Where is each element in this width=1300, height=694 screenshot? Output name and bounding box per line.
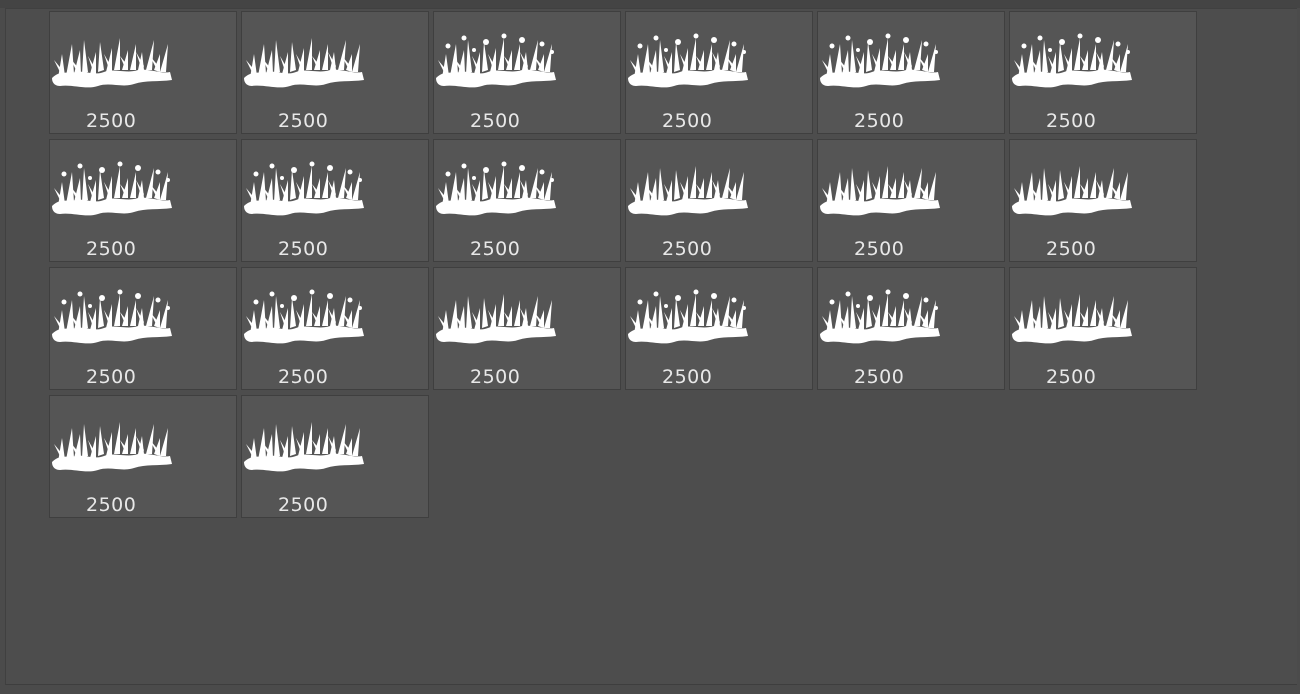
brush-size-label: 2500 (470, 366, 521, 388)
grass-brush-icon (628, 166, 748, 216)
grass-flower-brush-icon (436, 33, 556, 88)
brush-size-label: 2500 (1046, 110, 1097, 132)
grass-brush-icon (52, 38, 172, 88)
brush-preset-tile[interactable]: 2500 (241, 267, 429, 390)
brush-size-label: 2500 (470, 238, 521, 260)
brush-size-label: 2500 (86, 366, 137, 388)
brush-size-label: 2500 (470, 110, 521, 132)
brush-size-label: 2500 (854, 238, 905, 260)
brush-size-label: 2500 (1046, 366, 1097, 388)
brush-preset-tile[interactable]: 2500 (49, 395, 237, 518)
grass-flower-brush-icon (820, 289, 940, 344)
grass-brush-icon (244, 38, 364, 88)
brush-preset-tile[interactable]: 2500 (241, 139, 429, 262)
brush-size-label: 2500 (854, 110, 905, 132)
brush-preset-tile[interactable]: 2500 (1009, 139, 1197, 262)
grass-brush-icon (436, 294, 556, 344)
brush-size-label: 2500 (86, 110, 137, 132)
grass-flower-brush-icon (244, 289, 364, 344)
grass-flower-brush-icon (436, 161, 556, 216)
grass-flower-brush-icon (244, 161, 364, 216)
grass-brush-icon (52, 422, 172, 472)
brush-preset-tile[interactable]: 2500 (817, 267, 1005, 390)
brush-size-label: 2500 (854, 366, 905, 388)
brush-preset-tile[interactable]: 2500 (49, 267, 237, 390)
grass-brush-icon (244, 422, 364, 472)
brush-preset-tile[interactable]: 2500 (817, 11, 1005, 134)
grass-brush-icon (1012, 166, 1132, 216)
brush-preset-tile[interactable]: 2500 (241, 395, 429, 518)
grass-brush-icon (820, 166, 940, 216)
brush-preset-tile[interactable]: 2500 (433, 267, 621, 390)
brush-size-label: 2500 (662, 238, 713, 260)
brush-preset-tile[interactable]: 2500 (433, 11, 621, 134)
brush-preset-tile[interactable]: 2500 (625, 267, 813, 390)
grass-flower-brush-icon (1012, 33, 1132, 88)
brush-preset-tile[interactable]: 2500 (49, 11, 237, 134)
brush-preset-grid: 2500 2500 2500 2500 2500 2500 2500 2500 2500 2500… (49, 11, 1197, 518)
brush-preset-tile[interactable]: 2500 (241, 11, 429, 134)
brush-preset-tile[interactable]: 2500 (433, 139, 621, 262)
brush-preset-tile[interactable]: 2500 (1009, 267, 1197, 390)
brush-size-label: 2500 (278, 238, 329, 260)
brush-preset-tile[interactable]: 2500 (625, 11, 813, 134)
brush-size-label: 2500 (1046, 238, 1097, 260)
grass-flower-brush-icon (628, 289, 748, 344)
brush-preset-tile[interactable]: 2500 (49, 139, 237, 262)
brush-preset-tile[interactable]: 2500 (625, 139, 813, 262)
brush-preset-tile[interactable]: 2500 (1009, 11, 1197, 134)
brush-preset-tile[interactable]: 2500 (817, 139, 1005, 262)
brush-size-label: 2500 (662, 366, 713, 388)
brush-size-label: 2500 (662, 110, 713, 132)
brush-size-label: 2500 (86, 494, 137, 516)
grass-flower-brush-icon (628, 33, 748, 88)
brush-size-label: 2500 (278, 366, 329, 388)
brush-size-label: 2500 (278, 110, 329, 132)
brush-size-label: 2500 (86, 238, 137, 260)
grass-flower-brush-icon (820, 33, 940, 88)
grass-flower-brush-icon (52, 289, 172, 344)
panel-top-strip (0, 0, 1300, 8)
grass-brush-icon (1012, 294, 1132, 344)
brush-size-label: 2500 (278, 494, 329, 516)
grass-flower-brush-icon (52, 161, 172, 216)
